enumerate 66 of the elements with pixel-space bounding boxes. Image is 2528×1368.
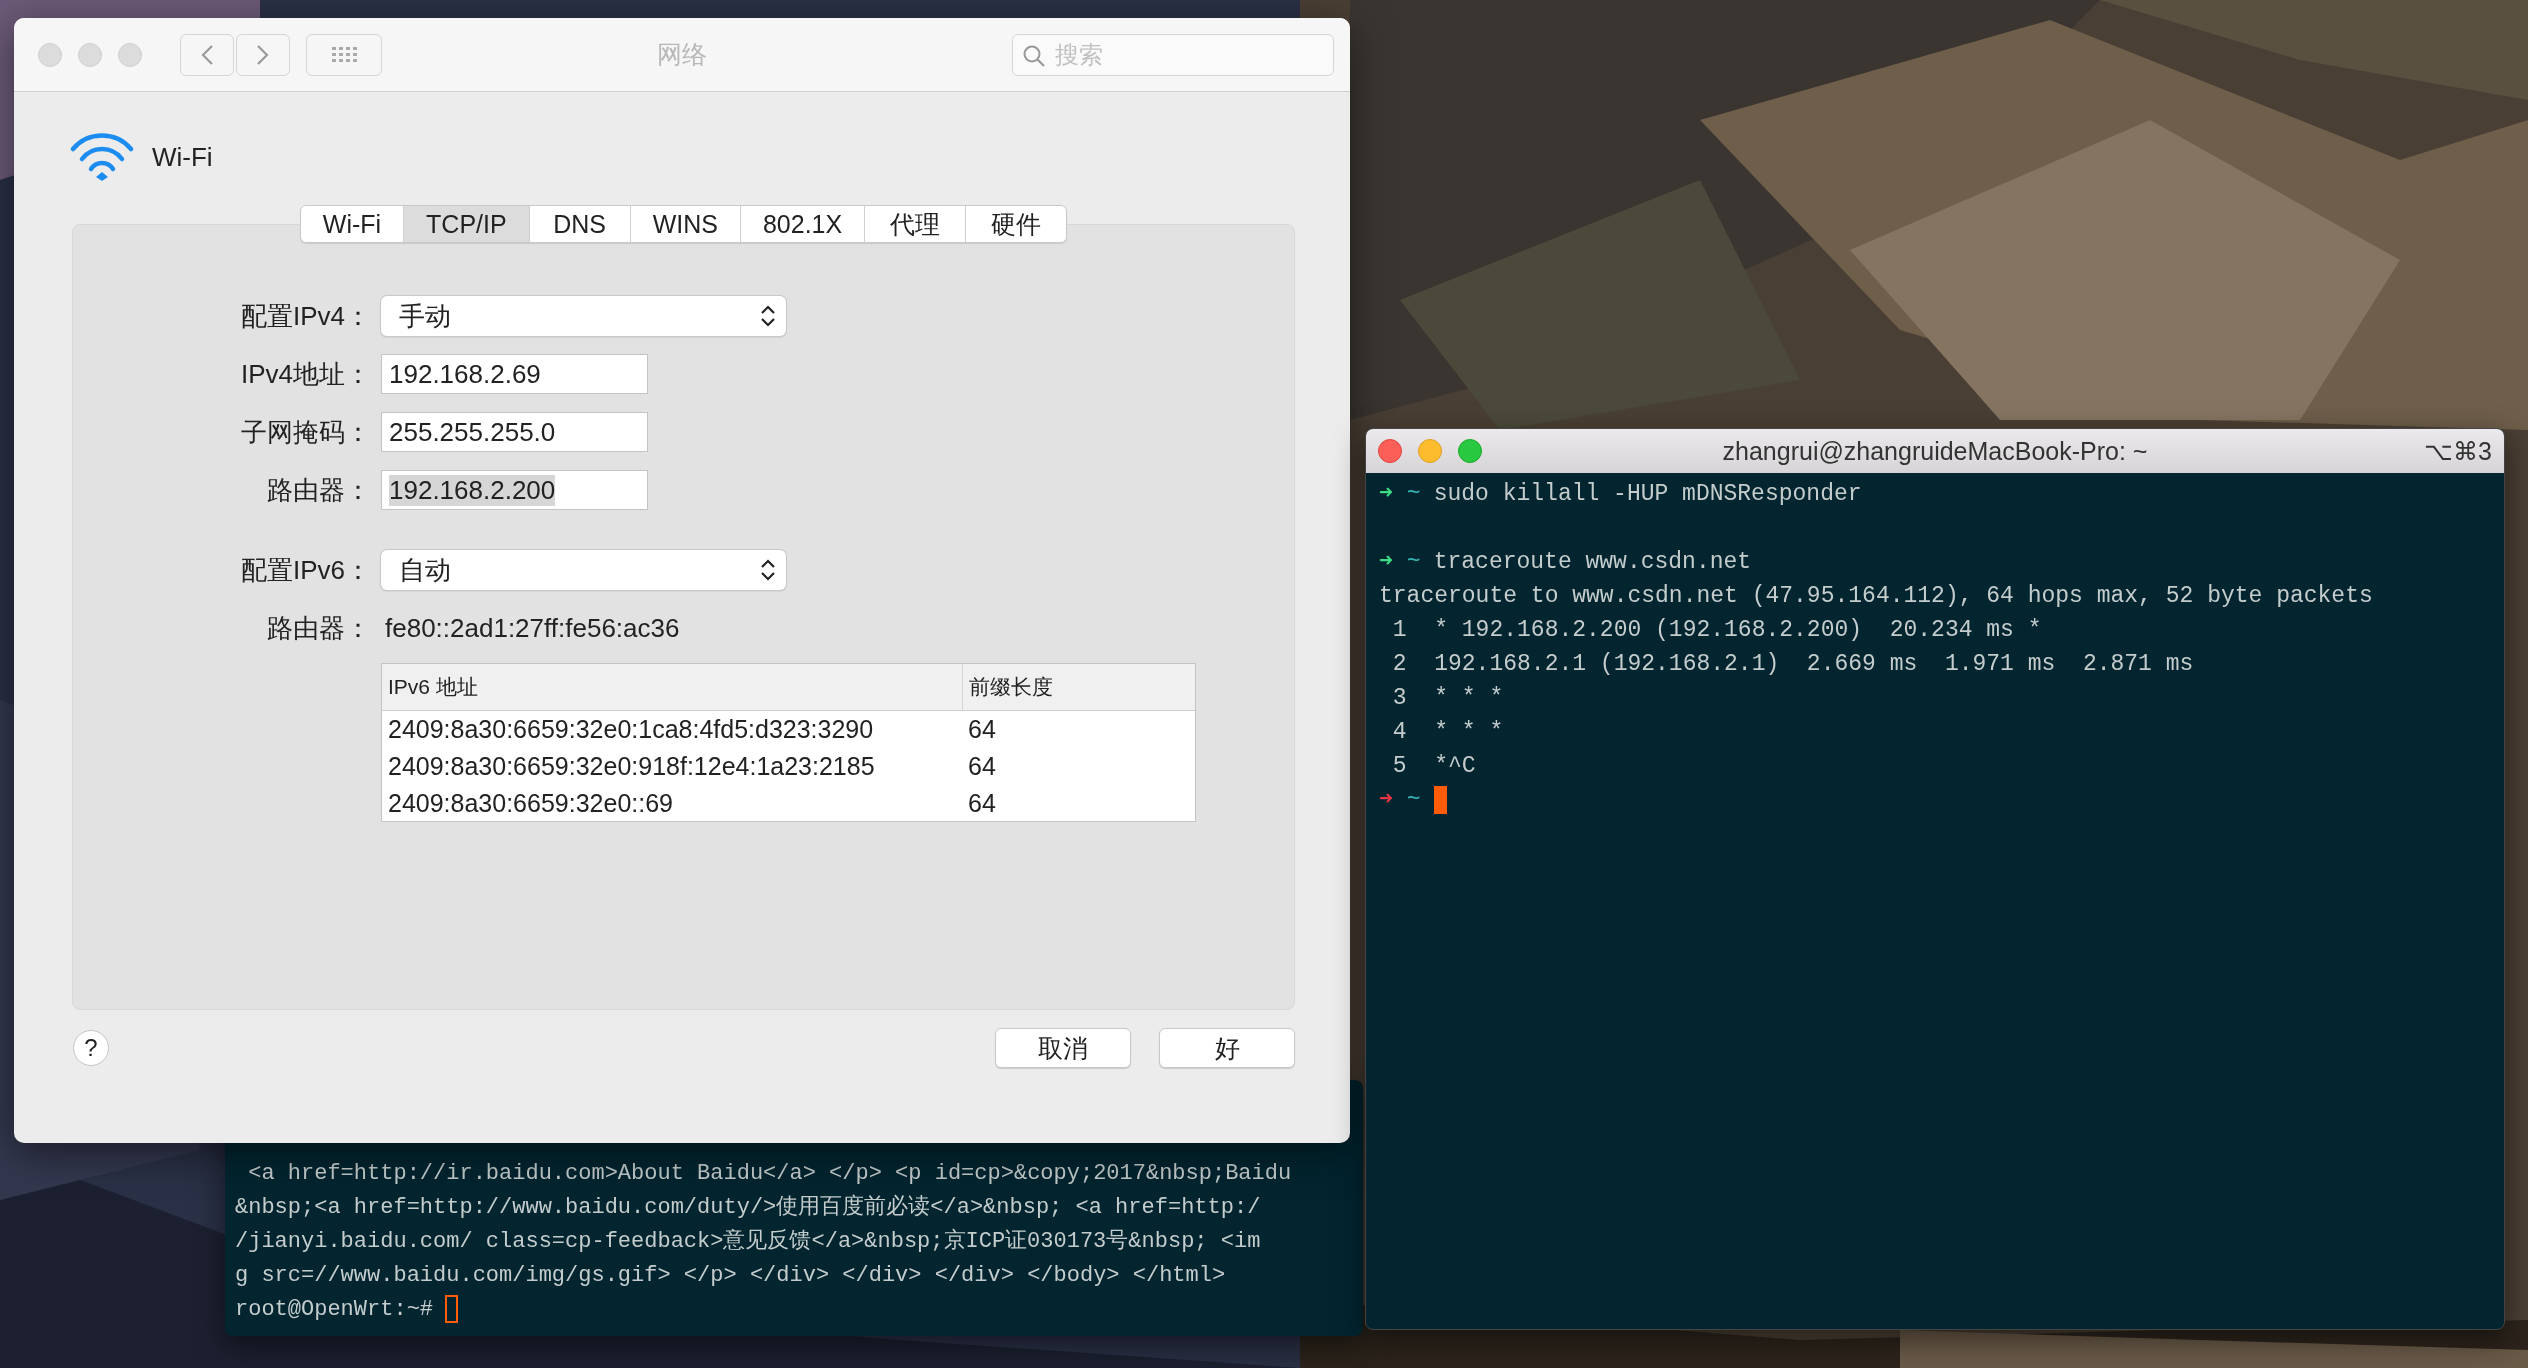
prompt-path: ~ <box>1406 481 1421 507</box>
tab[interactable]: 硬件 <box>966 206 1067 242</box>
grid-icon <box>331 47 357 62</box>
dropdown[interactable]: 自动 <box>381 550 786 590</box>
field-label: 路由器： <box>266 473 371 507</box>
output-line: 1 * 192.168.2.200 (192.168.2.200) 20.234 ms * <box>1391 617 2042 643</box>
output-line: 2 192.168.2.1 (192.168.2.1) 2.669 ms 1.971 ms 2.871 ms <box>1391 651 2194 677</box>
table-cell-text: 64 <box>967 788 997 819</box>
tab[interactable]: 802.1X <box>740 206 866 242</box>
service-name: Wi-Fi <box>152 141 213 173</box>
field-label: IPv4地址： <box>239 357 371 391</box>
output-line: g src=//www.baidu.com/img/gs.gif> </p> </div> </div> </div> </body> </html> <box>235 1263 1226 1288</box>
prompt-arrow: ➜ <box>1379 787 1393 813</box>
back-button[interactable] <box>180 33 234 76</box>
updown-chevron-icon <box>760 304 776 328</box>
table-cell-text: 64 <box>967 714 997 745</box>
field-label: 路由器： <box>266 611 371 645</box>
shell-prompt: root@OpenWrt:~# <box>235 1297 434 1322</box>
prompt-path: ~ <box>1406 787 1421 813</box>
search-icon <box>1022 43 1045 67</box>
tab[interactable]: TCP/IP <box>404 206 530 242</box>
prompt-path: ~ <box>1406 549 1421 575</box>
table-cell-text: 64 <box>967 751 997 782</box>
output-line: <a href=http://ir.baidu.com>About Baidu</a> </p> <p id=cp>&copy;2017&nbsp;Baidu <box>247 1161 1292 1186</box>
output-line: 3 * * * <box>1391 685 1504 711</box>
window-title: 网络 <box>657 40 707 68</box>
output-line: traceroute to www.csdn.net (47.95.164.112), 64 hops max, 52 byte packets <box>1379 583 2373 609</box>
prompt-arrow: ➜ <box>1379 481 1393 507</box>
minimize-button[interactable] <box>1418 439 1442 463</box>
table-cell-text: 2409:8a30:6659:32e0::69 <box>387 788 674 819</box>
updown-chevron-icon <box>760 558 776 582</box>
field-label: 子网掩码： <box>240 415 371 449</box>
text-field[interactable]: 192.168.2.200 <box>381 470 648 510</box>
field-label: 配置IPv4： <box>239 299 371 333</box>
window-title: zhangrui@zhangruideMacBook-Pro: ~ <box>1722 436 2148 465</box>
shortcut-label: ⌥⌘3 <box>2424 436 2492 466</box>
tab[interactable]: 代理 <box>865 206 967 242</box>
text-field[interactable]: 192.168.2.69 <box>381 354 648 394</box>
field-label: 配置IPv6： <box>239 553 371 587</box>
zoom-button[interactable] <box>1458 439 1482 463</box>
table-cell-text: 2409:8a30:6659:32e0:918f:12e4:1a23:2185 <box>387 751 876 782</box>
search-field[interactable]: 搜索 <box>1012 33 1334 76</box>
command-text: sudo killall -HUP mDNSResponder <box>1433 481 1862 507</box>
text-field[interactable]: 255.255.255.0 <box>381 412 648 452</box>
dialog-button[interactable]: 好 <box>1159 1028 1295 1068</box>
column-header[interactable]: 前缀长度 <box>962 664 1195 710</box>
output-line: &nbsp;<a href=http://www.baidu.com/duty/>使用百度前必读</a>&nbsp; <a href=http:/ <box>235 1195 1261 1220</box>
forward-button[interactable] <box>236 33 290 76</box>
command-text: traceroute www.csdn.net <box>1433 549 1752 575</box>
dropdown[interactable]: 手动 <box>381 296 786 336</box>
field-value: fe80::2ad1:27ff:fe56:ac36 <box>384 611 681 645</box>
prompt-arrow: ➜ <box>1379 549 1393 575</box>
help-button[interactable]: ? <box>73 1030 109 1066</box>
output-line: 4 * * * <box>1391 719 1504 745</box>
close-button[interactable] <box>1378 439 1402 463</box>
output-line: /jianyi.baidu.com/ class=cp-feedback>意见反馈</a>&nbsp;京ICP证030173号&nbsp; <im <box>235 1229 1261 1254</box>
show-all-button[interactable] <box>306 33 382 76</box>
table-cell-text: 2409:8a30:6659:32e0:1ca8:4fd5:d323:3290 <box>387 714 875 745</box>
output-line: 5 *^C <box>1391 753 1476 779</box>
wifi-icon <box>70 132 134 182</box>
column-header[interactable]: IPv6 地址 <box>382 664 962 710</box>
dialog-button[interactable]: 取消 <box>995 1028 1131 1068</box>
minimize-button[interactable] <box>78 42 102 67</box>
tab[interactable]: DNS <box>529 206 631 242</box>
tab[interactable]: WINS <box>630 206 741 242</box>
zoom-button[interactable] <box>118 42 142 67</box>
